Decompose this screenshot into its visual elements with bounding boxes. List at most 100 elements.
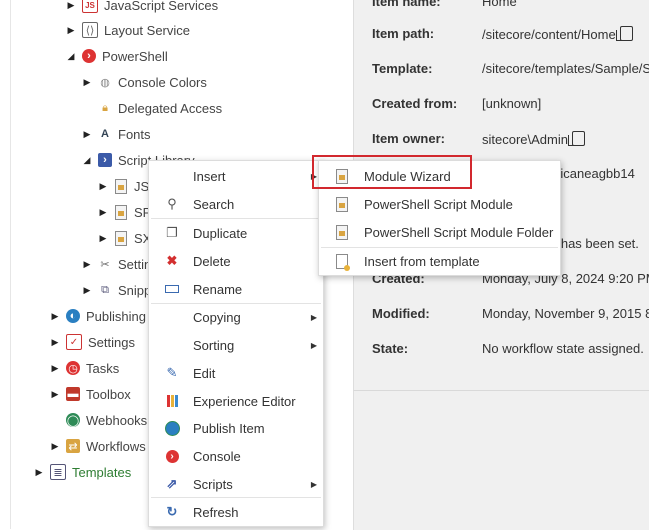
menu-separator	[151, 497, 321, 498]
copy-icon[interactable]	[615, 26, 633, 41]
menu-item-delete[interactable]: ✖ Delete	[149, 248, 323, 274]
settings-icon: ✓	[66, 334, 82, 350]
submenu-item-label: PowerShell Script Module Folder	[364, 224, 554, 240]
expand-arrow-icon[interactable]: ▶	[66, 25, 76, 36]
highlight-box	[312, 155, 472, 189]
menu-item-duplicate[interactable]: ❐ Duplicate	[149, 220, 323, 246]
submenu-item-insert-from-template[interactable]: Insert from template	[319, 248, 560, 274]
tasks-icon: ◷	[66, 361, 80, 375]
menu-separator	[151, 218, 321, 219]
template-label: Template:	[372, 61, 433, 76]
tree-item-layout-service[interactable]: ▶ ⟨⟩ Layout Service	[66, 20, 190, 40]
tree-item-console-colors[interactable]: ▶ ◍ Console Colors	[82, 72, 207, 92]
tree-item-publishing[interactable]: ▶ ◐ Publishing	[50, 306, 146, 326]
menu-item-refresh[interactable]: ↻ Refresh	[149, 499, 323, 525]
tree-item-delegated-access[interactable]: 🔒︎ Delegated Access	[82, 98, 222, 118]
menu-item-publish-item[interactable]: Publish Item	[149, 415, 323, 441]
collapse-arrow-icon[interactable]: ◢	[82, 155, 92, 166]
powershell-icon: ›	[82, 49, 96, 63]
tree-item-label: Templates	[72, 464, 132, 480]
tree-item-sx[interactable]: ▶ SX	[98, 228, 151, 248]
palette-icon: ◍	[100, 76, 110, 89]
expand-arrow-icon[interactable]: ▶	[34, 467, 44, 478]
tree-item-sp[interactable]: ▶ SP	[98, 202, 151, 222]
tree-item-settings-partial[interactable]: ▶ ✂ Settin	[82, 254, 152, 274]
item-path-value: /sitecore/content/Home	[482, 27, 616, 42]
created-from-label: Created from:	[372, 96, 458, 111]
tree-item-label: Toolbox	[86, 386, 131, 402]
menu-item-label: Console	[193, 448, 241, 464]
menu-item-edit[interactable]: ✎ Edit	[149, 360, 323, 386]
menu-item-label: Sorting	[193, 337, 235, 353]
tools-icon: ✂	[100, 258, 110, 271]
snippet-icon: ⧉	[101, 283, 109, 296]
menu-item-rename[interactable]: Rename	[149, 276, 323, 302]
copy-icon[interactable]	[567, 131, 585, 146]
script-module-folder-icon	[335, 224, 349, 240]
tree-item-label: Delegated Access	[118, 100, 223, 116]
menu-item-insert[interactable]: Insert ▶	[149, 163, 323, 189]
menu-item-search[interactable]: ⚲ Search	[149, 191, 323, 217]
context-menu: Insert ▶ ⚲ Search ❐ Duplicate ✖ Delete R…	[148, 160, 324, 527]
publish-icon	[164, 420, 180, 436]
expand-arrow-icon[interactable]: ▶	[82, 77, 92, 88]
expand-arrow-icon[interactable]: ▶	[50, 363, 60, 374]
state-value: No workflow state assigned.	[482, 341, 644, 356]
submenu-arrow-icon: ▶	[310, 312, 317, 322]
expand-arrow-icon[interactable]: ▶	[98, 181, 108, 192]
menu-item-label: Experience Editor	[193, 393, 296, 409]
refresh-icon: ↻	[166, 504, 178, 519]
tree-item-tasks[interactable]: ▶ ◷ Tasks	[50, 358, 120, 378]
state-label: State:	[372, 341, 409, 356]
edit-icon: ✎	[166, 365, 178, 380]
expand-arrow-icon[interactable]: ▶	[66, 0, 76, 11]
tree-item-templates[interactable]: ▶ ≣ Templates	[34, 462, 131, 482]
menu-item-scripts[interactable]: ⇗ Scripts ▶	[149, 471, 323, 497]
expand-arrow-icon[interactable]: ▶	[82, 259, 92, 270]
item-owner-label: Item owner:	[372, 131, 445, 146]
script-library-icon: ›	[98, 153, 112, 167]
tree-item-fonts[interactable]: ▶ A Fonts	[82, 124, 151, 144]
console-icon: ›	[164, 448, 180, 464]
tree-item-label: Console Colors	[118, 74, 207, 90]
templates-icon: ≣	[50, 464, 66, 480]
menu-item-experience-editor[interactable]: Experience Editor	[149, 388, 323, 414]
menu-item-sorting[interactable]: Sorting ▶	[149, 332, 323, 358]
tree-item-workflows[interactable]: ▶ ⇄ Workflows	[50, 436, 146, 456]
expand-arrow-icon[interactable]: ▶	[98, 207, 108, 218]
menu-item-console[interactable]: › Console	[149, 443, 323, 469]
expand-arrow-icon[interactable]: ▶	[50, 441, 60, 452]
submenu-arrow-icon: ▶	[310, 479, 317, 489]
js-icon: JS	[82, 0, 98, 13]
expand-arrow-icon[interactable]: ▶	[98, 233, 108, 244]
layout-icon: ⟨⟩	[82, 22, 98, 38]
tree-item-label: Publishing	[86, 308, 146, 324]
expand-arrow-icon[interactable]: ▶	[82, 129, 92, 140]
expand-arrow-icon[interactable]: ▶	[50, 311, 60, 322]
tree-item-javascript-services[interactable]: ▶ JS JavaScript Services	[66, 0, 218, 15]
tree-item-snippets-partial[interactable]: ▶ ⧉ Snipp	[82, 280, 152, 300]
collapse-arrow-icon[interactable]: ◢	[66, 51, 76, 62]
expand-arrow-icon[interactable]: ▶	[50, 389, 60, 400]
submenu-item-powershell-script-module-folder[interactable]: PowerShell Script Module Folder	[319, 219, 560, 245]
tree-item-powershell[interactable]: ◢ › PowerShell	[66, 46, 168, 66]
submenu-item-label: Insert from template	[364, 253, 480, 269]
tree-item-label: Workflows	[86, 438, 146, 454]
menu-item-copying[interactable]: Copying ▶	[149, 304, 323, 330]
delete-icon: ✖	[166, 253, 178, 268]
tree-item-webhooks[interactable]: ◯ Webhooks	[50, 410, 147, 430]
tree-item-toolbox[interactable]: ▶ ▬ Toolbox	[50, 384, 131, 404]
details-lower-panel	[353, 390, 649, 530]
menu-item-label: Edit	[193, 365, 216, 381]
expand-arrow-icon[interactable]: ▶	[82, 285, 92, 296]
tree-item-settings[interactable]: ▶ ✓ Settings	[50, 332, 135, 352]
tree-item-label: Settin	[118, 256, 152, 272]
menu-item-label: Insert	[193, 168, 226, 184]
submenu-item-powershell-script-module[interactable]: PowerShell Script Module	[319, 191, 560, 217]
template-value[interactable]: /sitecore/templates/Sample/Sa	[482, 61, 649, 76]
publishing-icon: ◐	[66, 309, 80, 323]
expand-arrow-icon[interactable]: ▶	[50, 337, 60, 348]
tree-item-label: JavaScript Services	[104, 0, 219, 13]
modified-label: Modified:	[372, 306, 430, 321]
menu-item-label: Delete	[193, 253, 231, 269]
